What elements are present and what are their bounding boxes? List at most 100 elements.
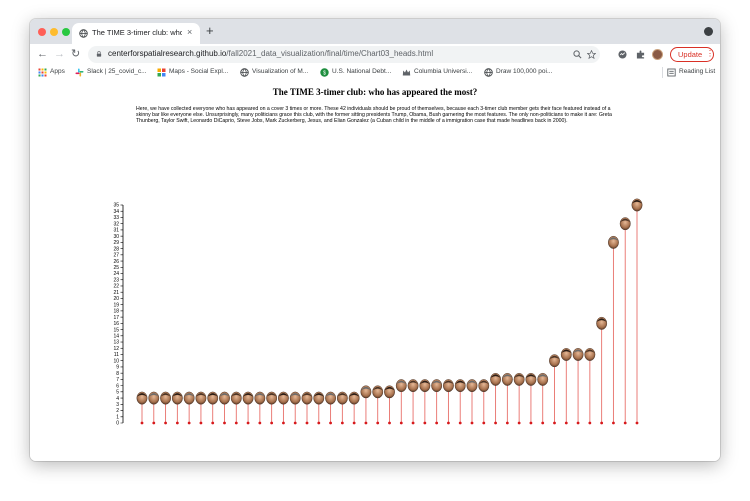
tab-active[interactable]: The TIME 3-timer club: who ha × bbox=[72, 23, 200, 44]
lollipop-base-dot bbox=[470, 421, 474, 425]
lollipop-base-dot bbox=[340, 421, 344, 425]
bookmark-label: U.S. National Debt... bbox=[332, 68, 392, 75]
y-tick-label: 10 bbox=[113, 358, 119, 364]
lollipop-base-dot bbox=[258, 421, 262, 425]
lollipop-base-dot bbox=[282, 421, 285, 425]
slack-icon bbox=[75, 68, 84, 77]
tab-search-icon[interactable] bbox=[704, 27, 713, 36]
reading-list-label: Reading List bbox=[679, 68, 716, 75]
extension-icon[interactable] bbox=[618, 50, 627, 59]
reading-list-icon bbox=[667, 68, 676, 77]
lollipop-base-dot bbox=[505, 421, 509, 425]
lollipop-base-dot bbox=[600, 421, 604, 425]
bookmark-star-icon[interactable] bbox=[587, 50, 596, 59]
address-bar[interactable]: centerforspatialresearch.github.io/fall2… bbox=[88, 46, 600, 63]
close-tab-icon[interactable]: × bbox=[187, 27, 192, 37]
lollipop-base-dot bbox=[517, 421, 521, 425]
bookmark-label: Apps bbox=[50, 68, 65, 75]
lollipop-base-dot bbox=[388, 421, 391, 425]
y-tick-label: 3 bbox=[116, 402, 119, 408]
avatar[interactable] bbox=[652, 49, 663, 60]
y-tick-label: 32 bbox=[113, 221, 119, 227]
bookmark-label: Visualization of M... bbox=[252, 68, 309, 75]
y-tick-label: 1 bbox=[116, 414, 119, 420]
lock-icon bbox=[96, 51, 102, 57]
bookmark-label: Maps - Social Expl... bbox=[169, 68, 229, 75]
lollipop-base-dot bbox=[352, 421, 356, 425]
y-tick-label: 5 bbox=[116, 390, 119, 396]
y-tick-label: 11 bbox=[114, 352, 119, 358]
lollipop-base-dot bbox=[223, 421, 226, 425]
y-tick-label: 23 bbox=[113, 277, 119, 283]
lollipop-base-dot bbox=[175, 421, 179, 425]
crown-icon bbox=[402, 69, 411, 76]
y-tick-label: 25 bbox=[113, 265, 119, 271]
maximize-window-icon[interactable] bbox=[62, 28, 70, 36]
y-tick-label: 7 bbox=[116, 377, 119, 383]
lollipop-base-dot bbox=[494, 421, 497, 425]
lollipop-base-dot bbox=[529, 421, 533, 425]
lollipop-base-dot bbox=[199, 421, 203, 425]
lollipop-base-dot bbox=[458, 421, 462, 425]
globe-icon bbox=[240, 68, 249, 77]
url-path: /fall2021_data_visualization/final/time/… bbox=[226, 49, 434, 58]
lollipop-base-dot bbox=[399, 421, 403, 425]
y-tick-label: 14 bbox=[113, 334, 119, 340]
y-tick-label: 26 bbox=[113, 259, 119, 265]
y-tick-label: 28 bbox=[113, 246, 119, 252]
y-tick-label: 21 bbox=[113, 290, 119, 296]
back-button[interactable]: ← bbox=[37, 47, 48, 61]
close-window-icon[interactable] bbox=[38, 28, 46, 36]
y-tick-label: 9 bbox=[116, 365, 119, 371]
lollipop-base-dot bbox=[447, 421, 450, 425]
browser-window: The TIME 3-timer club: who ha × + ← → ↻ … bbox=[30, 19, 720, 461]
y-tick-label: 30 bbox=[113, 234, 119, 240]
chart-marks bbox=[136, 198, 643, 425]
toolbar: ← → ↻ centerforspatialresearch.github.io… bbox=[30, 44, 720, 65]
lollipop-base-dot bbox=[423, 421, 427, 425]
y-tick-label: 19 bbox=[113, 302, 119, 308]
debt-icon: $ bbox=[320, 68, 329, 77]
y-tick-label: 6 bbox=[116, 383, 119, 389]
forward-button[interactable]: → bbox=[54, 47, 65, 61]
lollipop-base-dot bbox=[329, 421, 332, 425]
y-tick-label: 2 bbox=[116, 408, 119, 414]
lollipop-base-dot bbox=[140, 421, 144, 425]
y-axis: 0123456789101112131415161718192021222324… bbox=[113, 203, 124, 427]
lollipop-base-dot bbox=[164, 421, 167, 425]
puzzle-icon[interactable] bbox=[636, 50, 645, 59]
menu-icon[interactable]: ⋮ bbox=[706, 49, 714, 58]
apps-grid-icon bbox=[38, 68, 47, 77]
y-tick-label: 12 bbox=[113, 346, 119, 352]
lollipop-base-dot bbox=[482, 421, 486, 425]
y-tick-label: 20 bbox=[113, 296, 119, 302]
y-tick-label: 24 bbox=[113, 271, 119, 277]
y-tick-label: 18 bbox=[113, 309, 119, 315]
y-tick-label: 13 bbox=[113, 340, 119, 346]
reload-button[interactable]: ↻ bbox=[71, 47, 80, 61]
y-tick-label: 4 bbox=[116, 396, 119, 402]
lollipop-base-dot bbox=[541, 421, 545, 425]
lollipop-base-dot bbox=[293, 421, 297, 425]
y-tick-label: 35 bbox=[113, 203, 119, 209]
new-tab-button[interactable]: + bbox=[206, 24, 214, 38]
bookmark-label: Draw 100,000 poi... bbox=[496, 68, 553, 75]
lollipop-base-dot bbox=[152, 421, 156, 425]
update-button[interactable]: Update ⋮ bbox=[670, 47, 714, 62]
tab-strip: The TIME 3-timer club: who ha × + bbox=[30, 19, 720, 44]
bookmarks-bar: Apps Slack | 25_covid_c... Maps - Social… bbox=[30, 65, 720, 81]
zoom-icon[interactable] bbox=[573, 50, 582, 59]
lollipop-base-dot bbox=[588, 421, 592, 425]
y-tick-label: 34 bbox=[113, 209, 119, 215]
bookmark-label: Columbia Universi... bbox=[414, 68, 473, 75]
y-tick-label: 22 bbox=[113, 284, 119, 290]
lollipop-base-dot bbox=[317, 421, 321, 425]
globe-icon bbox=[484, 68, 493, 77]
lollipop-base-dot bbox=[305, 421, 309, 425]
y-tick-label: 16 bbox=[113, 321, 119, 327]
lollipop-base-dot bbox=[411, 421, 415, 425]
page-content: The TIME 3-timer club: who has appeared … bbox=[30, 80, 720, 461]
reading-list[interactable]: Reading List bbox=[662, 67, 715, 78]
minimize-window-icon[interactable] bbox=[50, 28, 58, 36]
lollipop-base-dot bbox=[270, 421, 274, 425]
